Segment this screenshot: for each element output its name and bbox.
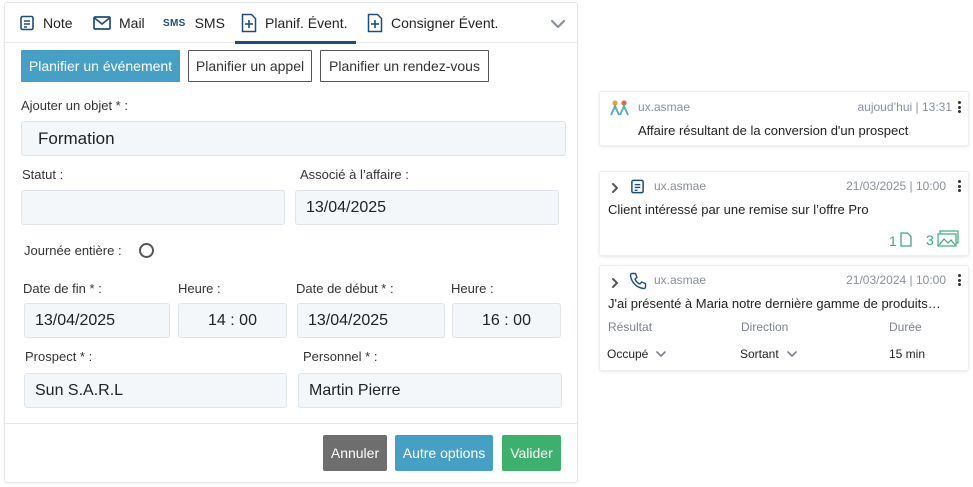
result-dropdown[interactable]: Occupé (607, 347, 667, 361)
tab-consigner-event[interactable]: Consigner Évent. (367, 3, 498, 43)
feed-user: ux.asmae (654, 273, 707, 287)
tab-mail[interactable]: Mail (93, 3, 145, 43)
feed-card[interactable]: ux.asmae 21/03/2024 | 10:00 J'ai présent… (599, 265, 969, 371)
feed-card[interactable]: ux.asmae 21/03/2025 | 10:00 Client intér… (599, 171, 969, 256)
tab-sms[interactable]: SMS SMS (163, 3, 225, 43)
staff-input[interactable]: Martin Pierre (298, 373, 562, 408)
direction-value: Sortant (740, 347, 779, 361)
start-date-label: Date de début * : (296, 281, 394, 296)
plan-meeting-button[interactable]: Planifier un rendez-vous (320, 50, 489, 82)
note-icon (630, 179, 645, 199)
direction-label: Direction (741, 320, 789, 334)
tab-bar: Note Mail SMS SMS Planif. Évent. Consign… (5, 3, 577, 44)
chevron-down-icon[interactable] (549, 15, 567, 33)
tab-consigner-label: Consigner Évent. (391, 15, 499, 31)
end-date-input[interactable]: 13/04/2025 (24, 303, 170, 338)
attachment-files[interactable]: 1 (889, 232, 912, 250)
more-options-icon[interactable] (958, 101, 962, 115)
people-icon (610, 99, 630, 122)
chevron-right-icon[interactable] (610, 181, 620, 199)
feed-text: J'ai présenté à Maria notre dernière gam… (608, 296, 941, 311)
plan-call-button[interactable]: Planifier un appel (188, 50, 312, 82)
event-form-panel: Note Mail SMS SMS Planif. Évent. Consign… (4, 2, 578, 483)
object-label: Ajouter un objet * : (21, 98, 128, 113)
tab-mail-label: Mail (119, 15, 145, 31)
calendar-plus-icon (241, 13, 257, 33)
end-time-label: Heure : (178, 281, 221, 296)
tab-note[interactable]: Note (19, 3, 73, 43)
tab-planif-label: Planif. Évent. (265, 15, 348, 31)
phone-icon (629, 272, 647, 295)
direction-dropdown[interactable]: Sortant (740, 347, 797, 361)
affair-label: Associé à l’affaire : (300, 167, 409, 182)
footer-divider (5, 423, 577, 424)
tab-planif-event[interactable]: Planif. Évent. (235, 3, 355, 44)
allday-radio[interactable] (139, 243, 154, 258)
tab-sms-label: SMS (194, 15, 225, 31)
more-options-icon[interactable] (958, 180, 962, 194)
plan-event-button[interactable]: Planifier un événement (21, 50, 180, 82)
feed-card[interactable]: ux.asmae aujoud’hui | 13:31 Affaire résu… (599, 91, 969, 146)
tab-note-label: Note (43, 15, 73, 31)
allday-label: Journée entière : (24, 243, 122, 258)
chevron-right-icon[interactable] (610, 276, 620, 294)
feed-date: 21/03/2024 | 10:00 (846, 273, 946, 287)
feed-text: Affaire résultant de la conversion d'un … (638, 123, 909, 138)
duration-label: Durée (889, 320, 922, 334)
attachment-images[interactable]: 3 (926, 230, 959, 250)
result-value: Occupé (607, 347, 649, 361)
feed-date: 21/03/2025 | 10:00 (846, 179, 946, 193)
object-input[interactable]: Formation (21, 121, 566, 156)
calendar-plus-icon (367, 13, 383, 33)
sms-icon: SMS (163, 17, 186, 29)
status-input[interactable] (21, 190, 285, 225)
start-date-input[interactable]: 13/04/2025 (297, 303, 445, 338)
cancel-button[interactable]: Annuler (323, 435, 387, 471)
more-options-icon[interactable] (958, 274, 962, 288)
start-time-label: Heure : (451, 281, 494, 296)
prospect-label: Prospect * : (25, 349, 93, 364)
feed-user: ux.asmae (654, 179, 707, 193)
prospect-input[interactable]: Sun S.A.R.L (24, 373, 287, 408)
staff-label: Personnel * : (303, 349, 378, 364)
start-time-input[interactable]: 16 : 00 (452, 303, 561, 338)
status-label: Statut : (22, 167, 64, 182)
feed-date: aujoud’hui | 13:31 (857, 100, 952, 114)
affair-input[interactable]: 13/04/2025 (295, 190, 559, 225)
note-icon (19, 15, 35, 31)
image-icon (937, 230, 959, 250)
chevron-down-icon (786, 347, 797, 361)
file-icon (900, 232, 912, 250)
submit-button[interactable]: Valider (502, 435, 561, 471)
end-time-input[interactable]: 14 : 00 (178, 303, 287, 338)
chevron-down-icon (656, 347, 667, 361)
more-options-button[interactable]: Autre options (395, 435, 493, 471)
feed-user: ux.asmae (638, 100, 691, 114)
files-count: 1 (889, 233, 897, 249)
end-date-label: Date de fin * : (23, 281, 102, 296)
mail-icon (93, 16, 111, 30)
duration-value: 15 min (889, 347, 926, 361)
images-count: 3 (926, 232, 934, 248)
feed-text: Client intéressé par une remise sur l’of… (608, 202, 869, 217)
result-label: Résultat (608, 320, 653, 334)
